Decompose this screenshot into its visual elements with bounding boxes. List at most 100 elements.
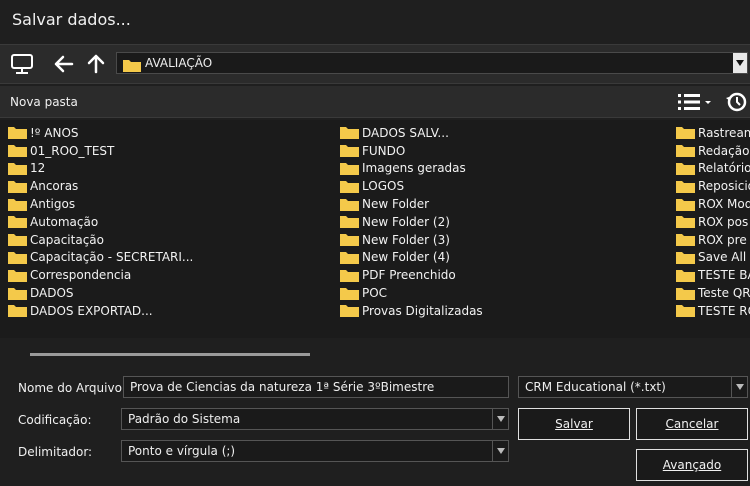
folder-item[interactable]: !º ANOS: [8, 124, 193, 142]
folder-label: Ancoras: [30, 179, 79, 194]
toolbar: Nova pasta: [0, 86, 750, 118]
folder-icon: [676, 162, 695, 175]
folder-label: Automação: [30, 214, 99, 229]
folder-label: 01_ROO_TEST: [30, 143, 115, 158]
folder-label: TESTE BAR: [698, 268, 750, 283]
filename-input[interactable]: Prova de Ciencias da natureza 1ª Série 3…: [123, 376, 509, 398]
folder-item[interactable]: TESTE ROX: [676, 302, 750, 320]
save-button[interactable]: Salvar: [518, 408, 630, 440]
new-folder-button[interactable]: Nova pasta: [10, 95, 78, 109]
monitor-icon[interactable]: [8, 51, 36, 77]
folder-label: PDF Preenchido: [362, 268, 456, 283]
folder-icon: [676, 180, 695, 193]
folder-item[interactable]: DADOS EXPORTAD...: [8, 302, 193, 320]
advanced-button[interactable]: Avançado: [636, 449, 748, 481]
encoding-select[interactable]: Padrão do Sistema: [121, 408, 509, 430]
folder-icon: [340, 198, 359, 211]
folder-column-2: DADOS SALV... FUNDO Imagens geradas LOGOS Ne…: [340, 124, 483, 320]
folder-icon: [8, 269, 27, 282]
folder-item[interactable]: New Folder (4): [340, 249, 483, 267]
folder-column-3: Rastreame Redação Relatórios Reposicio ROX M…: [676, 124, 750, 320]
chevron-down-icon[interactable]: [731, 377, 747, 397]
path-combo[interactable]: AVALIAÇÃO: [116, 52, 748, 74]
chevron-down-icon[interactable]: [492, 409, 508, 429]
back-arrow-icon[interactable]: [50, 51, 78, 77]
folder-item[interactable]: Relatórios: [676, 160, 750, 178]
folder-icon: [8, 304, 27, 318]
title-bar: Salvar dados...: [0, 0, 750, 42]
folder-item[interactable]: 01_ROO_TEST: [8, 142, 193, 160]
filetype-select[interactable]: CRM Educational (*.txt): [518, 376, 748, 398]
view-list-icon[interactable]: [678, 92, 714, 116]
horizontal-scrollbar[interactable]: [0, 340, 750, 368]
folder-item[interactable]: POC: [340, 284, 483, 302]
cancel-button[interactable]: Cancelar: [636, 408, 748, 440]
delimiter-value: Ponto e vírgula (;): [128, 444, 236, 458]
folder-item[interactable]: Teste QRC: [676, 284, 750, 302]
history-icon[interactable]: [724, 90, 748, 118]
folder-item[interactable]: New Folder (2): [340, 213, 483, 231]
folder-item[interactable]: ROX pos: [676, 213, 750, 231]
folder-item[interactable]: TESTE BAR: [676, 266, 750, 284]
folder-item[interactable]: Reposicio: [676, 177, 750, 195]
folder-item[interactable]: Antigos: [8, 195, 193, 213]
folder-icon: [8, 287, 27, 300]
folder-icon: [340, 126, 359, 140]
folder-icon: [123, 57, 141, 76]
scrollbar-thumb[interactable]: [30, 353, 310, 356]
folder-icon: [676, 144, 695, 158]
folder-icon: [676, 304, 695, 318]
folder-label: TESTE ROX: [698, 303, 750, 318]
folder-label: New Folder (2): [362, 214, 450, 229]
folder-item[interactable]: Correspondencia: [8, 266, 193, 284]
chevron-down-icon[interactable]: [492, 441, 508, 461]
up-arrow-icon[interactable]: [82, 51, 110, 77]
folder-icon: [676, 198, 695, 211]
folder-label: Redação: [698, 143, 750, 158]
filetype-value: CRM Educational (*.txt): [525, 380, 666, 394]
folder-item[interactable]: Capacitação - SECRETARI...: [8, 249, 193, 267]
folder-label: POC: [362, 286, 388, 301]
folder-label: ROX pre: [698, 232, 747, 247]
folder-label: New Folder: [362, 197, 430, 212]
folder-item[interactable]: Ancoras: [8, 177, 193, 195]
encoding-value: Padrão do Sistema: [128, 412, 241, 426]
folder-icon: [8, 233, 27, 247]
folder-icon: [340, 162, 359, 175]
folder-label: Relatórios: [698, 161, 750, 176]
folder-item[interactable]: PDF Preenchido: [340, 266, 483, 284]
folder-item[interactable]: Redação: [676, 142, 750, 160]
folder-label: Capacitação: [30, 232, 104, 247]
folder-label: FUNDO: [362, 143, 406, 158]
encoding-label: Codificação:: [18, 413, 92, 427]
folder-icon: [340, 269, 359, 282]
folder-label: !º ANOS: [30, 125, 79, 140]
folder-item[interactable]: DADOS SALV...: [340, 124, 483, 142]
folder-label: Provas Digitalizadas: [362, 303, 483, 318]
folder-item[interactable]: Rastreame: [676, 124, 750, 142]
delimiter-select[interactable]: Ponto e vírgula (;): [121, 440, 509, 462]
folder-label: ROX Mod: [698, 197, 750, 212]
folder-label: Save All: [698, 250, 747, 265]
folder-item[interactable]: DADOS: [8, 284, 193, 302]
folder-icon: [8, 215, 27, 229]
folder-item[interactable]: Save All: [676, 249, 750, 267]
folder-item[interactable]: FUNDO: [340, 142, 483, 160]
folder-label: Correspondencia: [30, 268, 132, 283]
folder-item[interactable]: Provas Digitalizadas: [340, 302, 483, 320]
folder-icon: [8, 180, 27, 193]
folder-label: Imagens geradas: [362, 161, 466, 176]
folder-item[interactable]: New Folder: [340, 195, 483, 213]
folder-icon: [340, 233, 359, 247]
folder-icon: [676, 126, 695, 140]
folder-item[interactable]: Automação: [8, 213, 193, 231]
folder-item[interactable]: ROX pre: [676, 231, 750, 249]
folder-item[interactable]: Imagens geradas: [340, 160, 483, 178]
chevron-down-icon[interactable]: [733, 53, 747, 73]
dialog-title: Salvar dados...: [12, 10, 131, 29]
folder-item[interactable]: ROX Mod: [676, 195, 750, 213]
folder-item[interactable]: Capacitação: [8, 231, 193, 249]
folder-item[interactable]: New Folder (3): [340, 231, 483, 249]
folder-item[interactable]: LOGOS: [340, 177, 483, 195]
folder-item[interactable]: 12: [8, 160, 193, 178]
